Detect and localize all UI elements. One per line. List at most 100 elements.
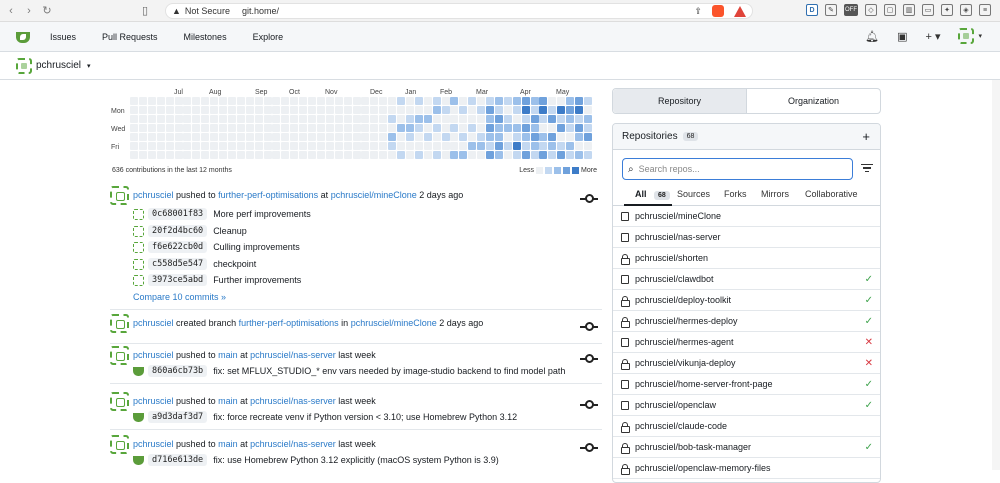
heatmap-cell[interactable] (388, 115, 397, 123)
heatmap-cell[interactable] (405, 106, 414, 114)
heatmap-cell[interactable] (219, 106, 227, 114)
heatmap-cell[interactable] (174, 142, 183, 150)
avatar[interactable] (110, 314, 129, 333)
heatmap-cell[interactable] (316, 97, 325, 105)
heatmap-cell[interactable] (494, 106, 503, 114)
heatmap-cell[interactable] (566, 142, 575, 150)
heatmap-cell[interactable] (459, 124, 468, 132)
heatmap-cell[interactable] (227, 151, 236, 159)
heatmap-cell[interactable] (183, 142, 192, 150)
page-scrollbar[interactable] (992, 80, 1000, 470)
feed-repo-link[interactable]: pchrusciel/nas-server (250, 350, 336, 360)
cross-icon[interactable]: ✕ (865, 337, 873, 348)
heatmap-cell[interactable] (210, 124, 219, 132)
vpn-icon[interactable]: ◈ (960, 4, 972, 16)
repo-row[interactable]: pchrusciel/vikunja-deploy ✕ (613, 353, 880, 374)
heatmap-cell[interactable] (432, 142, 441, 150)
repo-row[interactable]: pchrusciel/claude-code (613, 416, 880, 437)
nav-issues[interactable]: Issues (50, 32, 76, 42)
heatmap-cell[interactable] (227, 142, 236, 150)
heatmap-cell[interactable] (281, 133, 290, 141)
heatmap-cell[interactable] (379, 142, 388, 150)
heatmap-cell[interactable] (316, 151, 325, 159)
heatmap-cell[interactable] (219, 151, 227, 159)
feed-repo-link[interactable]: pchrusciel/nas-server (250, 396, 336, 406)
heatmap-cell[interactable] (263, 142, 272, 150)
heatmap-cell[interactable] (281, 124, 290, 132)
commit-sha[interactable]: c558d5e547 (148, 258, 208, 270)
heatmap-cell[interactable] (308, 142, 316, 150)
feed-repo-link[interactable]: pchrusciel/mineClone (331, 190, 417, 200)
heatmap-cell[interactable] (236, 115, 245, 123)
heatmap-cell[interactable] (290, 142, 299, 150)
repo-row[interactable]: pchrusciel/clawdbot ✓ (613, 269, 880, 290)
heatmap-cell[interactable] (397, 151, 405, 159)
heatmap-cell[interactable] (405, 97, 414, 105)
extension-box-icon[interactable]: ▢ (884, 4, 896, 16)
heatmap-cell[interactable] (575, 115, 583, 123)
heatmap-cell[interactable] (156, 124, 165, 132)
heatmap-cell[interactable] (272, 124, 281, 132)
heatmap-cell[interactable] (530, 133, 539, 141)
heatmap-cell[interactable] (308, 97, 316, 105)
tab-repository[interactable]: Repository (613, 89, 747, 113)
heatmap-cell[interactable] (405, 151, 414, 159)
heatmap-cell[interactable] (272, 106, 281, 114)
heatmap-cell[interactable] (147, 151, 156, 159)
heatmap-cell[interactable] (201, 124, 210, 132)
heatmap-cell[interactable] (539, 97, 548, 105)
add-repo-button[interactable]: + (862, 129, 870, 144)
check-icon[interactable]: ✓ (865, 442, 873, 453)
heatmap-cell[interactable] (441, 106, 450, 114)
heatmap-cell[interactable] (566, 115, 575, 123)
feed-user-link[interactable]: pchrusciel (133, 350, 174, 360)
heatmap-cell[interactable] (468, 133, 477, 141)
heatmap-cell[interactable] (441, 115, 450, 123)
feed-repo-link[interactable]: pchrusciel/mineClone (351, 318, 437, 328)
heatmap-cell[interactable] (450, 106, 459, 114)
heatmap-cell[interactable] (254, 106, 263, 114)
heatmap-cell[interactable] (147, 133, 156, 141)
heatmap-cell[interactable] (477, 97, 486, 105)
heatmap-cell[interactable] (477, 106, 486, 114)
feed-branch-link[interactable]: main (218, 396, 238, 406)
tab-mirrors[interactable]: Mirrors (761, 189, 789, 199)
repo-row[interactable]: pchrusciel/hermes-agent ✕ (613, 332, 880, 353)
heatmap-cell[interactable] (539, 115, 548, 123)
heatmap-cell[interactable] (334, 142, 343, 150)
heatmap-cell[interactable] (352, 115, 361, 123)
heatmap-cell[interactable] (156, 133, 165, 141)
heatmap-cell[interactable] (227, 106, 236, 114)
heatmap-cell[interactable] (486, 151, 494, 159)
heatmap-cell[interactable] (548, 97, 557, 105)
repo-name[interactable]: pchrusciel/home-server-front-page (635, 379, 773, 389)
dashboard-icon[interactable]: ▣ (897, 30, 907, 43)
heatmap-cell[interactable] (325, 97, 334, 105)
heatmap-cell[interactable] (575, 142, 583, 150)
heatmap-cell[interactable] (174, 124, 183, 132)
heatmap-cell[interactable] (486, 97, 494, 105)
heatmap-cell[interactable] (414, 115, 423, 123)
repo-row[interactable]: pchrusciel/mineClone (613, 206, 880, 227)
heatmap-cell[interactable] (236, 97, 245, 105)
heatmap-cell[interactable] (316, 115, 325, 123)
heatmap-cell[interactable] (494, 142, 503, 150)
heatmap-cell[interactable] (459, 97, 468, 105)
heatmap-cell[interactable] (130, 142, 138, 150)
feed-branch-link[interactable]: further-perf-optimisations (218, 190, 318, 200)
heatmap-cell[interactable] (183, 97, 192, 105)
heatmap-cell[interactable] (450, 97, 459, 105)
heatmap-cell[interactable] (486, 133, 494, 141)
heatmap-cell[interactable] (548, 133, 557, 141)
heatmap-cell[interactable] (575, 124, 583, 132)
heatmap-cell[interactable] (361, 115, 370, 123)
heatmap-cell[interactable] (290, 151, 299, 159)
heatmap-cell[interactable] (539, 151, 548, 159)
heatmap-cell[interactable] (405, 124, 414, 132)
heatmap-cell[interactable] (138, 97, 147, 105)
heatmap-cell[interactable] (352, 133, 361, 141)
heatmap-cell[interactable] (290, 97, 299, 105)
heatmap-cell[interactable] (423, 151, 432, 159)
heatmap-cell[interactable] (210, 151, 219, 159)
heatmap-cell[interactable] (521, 151, 530, 159)
